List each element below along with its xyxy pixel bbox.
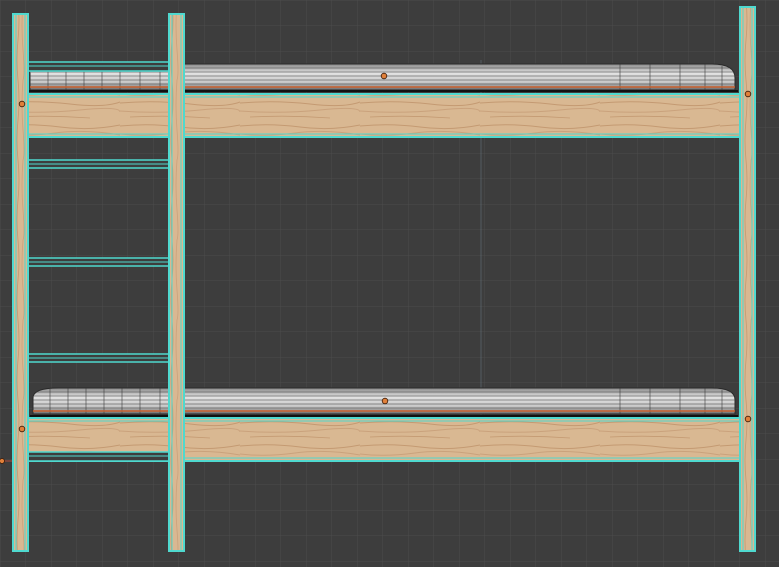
origin-point — [744, 415, 752, 423]
3d-viewport[interactable] — [0, 0, 779, 567]
origin-point — [380, 72, 388, 80]
ladder-rung[interactable] — [27, 451, 170, 462]
ladder-rung[interactable] — [27, 353, 170, 363]
origin-point — [744, 90, 752, 98]
origin-point — [381, 397, 389, 405]
origin-point — [18, 425, 26, 433]
ladder-rung[interactable] — [27, 61, 170, 72]
bed-post-right[interactable] — [739, 6, 756, 552]
origin-point — [0, 458, 5, 464]
ladder-rail[interactable] — [168, 13, 185, 552]
origin-point — [18, 100, 26, 108]
viewport-canvas[interactable] — [0, 0, 779, 567]
ladder-rung[interactable] — [27, 257, 170, 267]
ladder-rung[interactable] — [27, 159, 170, 169]
upper-bed-rail[interactable] — [26, 93, 742, 138]
bed-post-left[interactable] — [12, 13, 29, 552]
